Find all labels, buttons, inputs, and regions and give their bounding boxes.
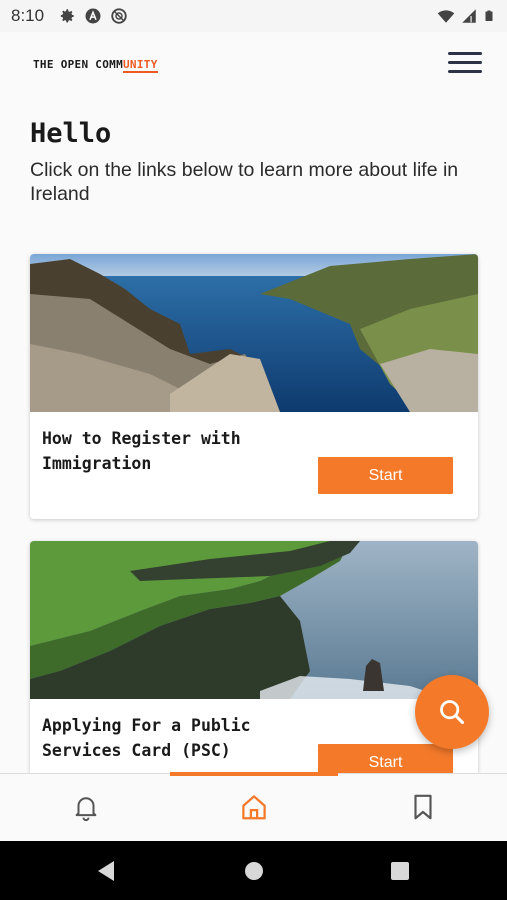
topic-card[interactable]: Applying For a Public Services Card (PSC… bbox=[30, 541, 478, 801]
card-title: How to Register with Immigration bbox=[42, 429, 241, 473]
search-icon bbox=[440, 700, 465, 725]
sea-cliffs-image bbox=[30, 254, 478, 412]
bookmark-icon bbox=[414, 794, 432, 820]
bell-icon bbox=[75, 797, 97, 822]
page-subtitle: Click on the links below to learn more a… bbox=[30, 159, 459, 205]
nav-item-home[interactable] bbox=[239, 792, 269, 822]
status-icons-left bbox=[58, 7, 128, 25]
start-button[interactable]: Start bbox=[318, 457, 453, 494]
status-icons-right bbox=[437, 7, 495, 25]
hamburger-menu-icon[interactable] bbox=[448, 52, 482, 78]
logo-text-accent: UNITY bbox=[123, 58, 158, 73]
system-nav-bar bbox=[0, 841, 507, 900]
home-circle-icon[interactable] bbox=[244, 861, 264, 881]
search-fab[interactable] bbox=[415, 675, 489, 749]
app-a-icon bbox=[85, 8, 101, 24]
logo[interactable]: THE OPEN COMMUNITY bbox=[33, 58, 158, 73]
active-tab-indicator bbox=[170, 772, 338, 776]
gear-icon bbox=[60, 9, 74, 23]
back-icon[interactable] bbox=[96, 860, 116, 882]
app-header: THE OPEN COMMUNITY bbox=[0, 32, 507, 102]
topic-card[interactable]: How to Register with Immigration Start bbox=[30, 254, 478, 519]
wifi-icon bbox=[437, 10, 455, 23]
signal-icon bbox=[462, 9, 476, 23]
status-time: 8:10 bbox=[11, 6, 45, 25]
logo-text-main: THE OPEN COMM bbox=[33, 58, 123, 71]
status-bar: 8:10 bbox=[0, 0, 507, 32]
nav-item-saved[interactable] bbox=[408, 792, 438, 822]
recents-icon[interactable] bbox=[390, 861, 410, 881]
home-icon bbox=[242, 795, 266, 820]
nav-item-notifications[interactable] bbox=[71, 792, 101, 822]
page-title: Hello bbox=[30, 118, 112, 149]
card-title: Applying For a Public Services Card (PSC… bbox=[42, 716, 251, 760]
do-not-disturb-icon bbox=[111, 8, 127, 24]
cliffs-of-moher-image bbox=[30, 541, 478, 699]
battery-icon bbox=[485, 10, 493, 21]
bottom-nav bbox=[0, 772, 507, 841]
